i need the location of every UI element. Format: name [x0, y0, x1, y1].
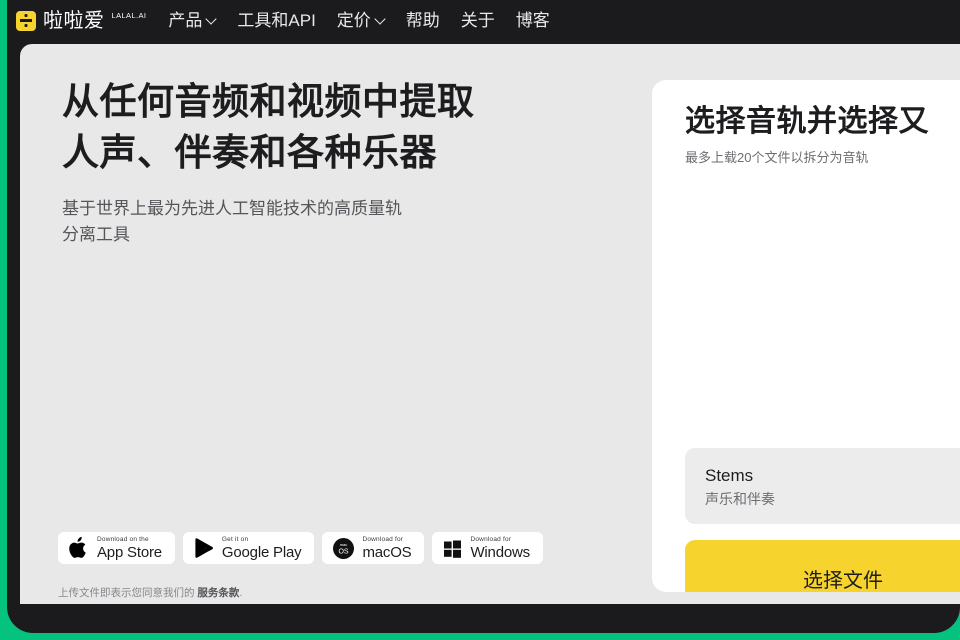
nav-items: 产品 工具和API 定价 帮助 关于 博客 — [168, 10, 549, 32]
page-subtitle: 基于世界上最为先进人工智能技术的高质量轨 分离工具 — [62, 199, 402, 244]
macos-badge[interactable]: mac OS Download for macOS — [322, 532, 425, 564]
badge-label: App Store — [97, 543, 162, 561]
nav-item-help[interactable]: 帮助 — [406, 10, 440, 32]
badge-text: Download for macOS — [362, 536, 411, 561]
nav-item-products[interactable]: 产品 — [168, 10, 216, 32]
brand-logo[interactable]: 啦啦爱 LALAL.AI — [16, 8, 146, 34]
terms-suffix: . — [239, 587, 243, 599]
chevron-down-icon — [376, 14, 385, 23]
nav-item-label: 工具和API — [237, 10, 316, 30]
terms-notice: 上传文件即表示您同意我们的 服务条款. — [58, 586, 242, 600]
windows-icon — [444, 540, 462, 558]
google-play-icon — [195, 538, 213, 558]
divide-square-icon — [16, 10, 36, 31]
upload-card: 选择音轨并选择又 最多上载20个文件以拆分为音轨 Stems 声乐和伴奏 选择文… — [652, 80, 960, 592]
badge-text: Get it on Google Play — [222, 536, 302, 561]
google-play-badge[interactable]: Get it on Google Play — [182, 532, 315, 564]
stems-subtitle: 声乐和伴奏 — [705, 491, 775, 507]
nav-item-label: 帮助 — [405, 10, 440, 30]
hero-section: 从任何音频和视频中提取 人声、伴奏和各种乐器 基于世界上最为先进人工智能技术的高… — [62, 76, 622, 248]
windows-badge[interactable]: Download for Windows — [432, 532, 543, 564]
brand-sup: LALAL.AI — [111, 10, 147, 20]
stems-title: Stems — [705, 466, 754, 485]
nav-item-pricing[interactable]: 定价 — [337, 10, 385, 32]
brand-name: 啦啦爱 — [43, 9, 105, 32]
badge-label: Windows — [470, 543, 530, 561]
chevron-down-icon — [207, 14, 216, 23]
app-store-badge[interactable]: Download on the App Store — [58, 532, 175, 564]
nav-item-label: 产品 — [168, 10, 203, 30]
badge-label: macOS — [362, 543, 412, 561]
badge-text: Download for Windows — [470, 535, 530, 561]
nav-item-about[interactable]: 关于 — [461, 10, 495, 32]
svg-text:OS: OS — [339, 548, 349, 555]
terms-of-service-link[interactable]: 服务条款 — [197, 587, 239, 599]
nav-item-label: 博客 — [515, 10, 550, 30]
navbar: 啦啦爱 LALAL.AI 产品 工具和API 定价 帮助 关于 博客 — [7, 0, 960, 41]
page-content: 从任何音频和视频中提取 人声、伴奏和各种乐器 基于世界上最为先进人工智能技术的高… — [20, 44, 960, 604]
card-subtitle: 最多上载20个文件以拆分为音轨 — [685, 150, 869, 165]
badge-caption: Download for — [470, 535, 512, 543]
card-title: 选择音轨并选择又 — [685, 105, 929, 138]
nav-item-label: 定价 — [336, 10, 371, 30]
badge-caption: Download for — [362, 535, 404, 543]
nav-item-blog[interactable]: 博客 — [516, 10, 550, 32]
choose-file-button[interactable]: 选择文件 — [685, 540, 960, 592]
store-badges: Download on the App Store Get it on Goog… — [58, 532, 543, 564]
page-title: 从任何音频和视频中提取 人声、伴奏和各种乐器 — [62, 81, 475, 173]
badge-text: Download on the App Store — [97, 536, 162, 561]
badge-caption: Get it on — [221, 535, 249, 543]
stems-option[interactable]: Stems 声乐和伴奏 — [685, 448, 960, 524]
nav-item-tools-api[interactable]: 工具和API — [237, 10, 315, 32]
macos-icon: mac OS — [333, 537, 355, 559]
badge-caption: Download on the — [97, 535, 149, 543]
svg-text:mac: mac — [340, 542, 348, 547]
terms-text: 上传文件即表示您同意我们的 — [58, 587, 198, 599]
apple-icon — [69, 536, 86, 558]
badge-label: Google Play — [221, 543, 302, 561]
nav-item-label: 关于 — [460, 10, 495, 30]
